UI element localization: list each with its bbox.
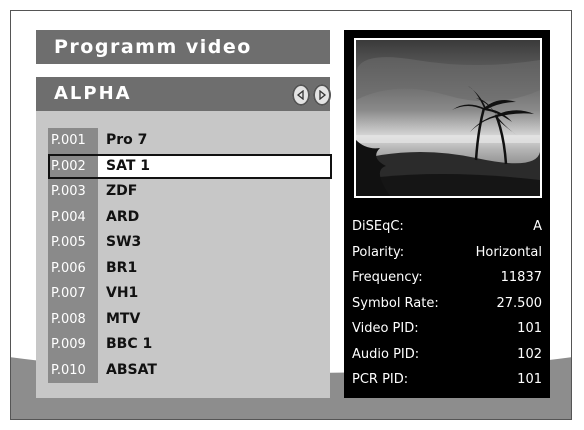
- info-value: 101: [517, 372, 542, 387]
- info-row: DiSEqC: A: [352, 214, 542, 240]
- info-row: Video PID: 101: [352, 316, 542, 342]
- channel-row[interactable]: P.002 SAT 1: [48, 153, 332, 179]
- channel-row[interactable]: P.007 VH1: [48, 281, 338, 307]
- channel-row[interactable]: P.009 BBC 1: [48, 332, 338, 358]
- channel-name: Pro 7: [106, 132, 148, 148]
- info-label: Video PID:: [352, 321, 419, 336]
- channel-number: P.003: [48, 179, 98, 205]
- info-label: Polarity:: [352, 244, 405, 260]
- info-row: Frequency: 11837: [352, 265, 542, 291]
- channel-list: P.001 Pro 7 P.002 SAT 1 P.003 ZDF P.004 ARD P.00…: [48, 128, 338, 383]
- preview-image: [354, 38, 542, 198]
- channel-number: P.005: [48, 230, 98, 256]
- channel-name: ARD: [106, 208, 140, 225]
- channel-row[interactable]: P.006 BR1: [48, 255, 338, 281]
- info-list: DiSEqC: A Polarity: Horizontal Frequency: 118…: [352, 214, 542, 393]
- info-row: Symbol Rate: 27.500: [352, 291, 542, 317]
- beach-sunset-illustration: [356, 40, 540, 196]
- channel-row[interactable]: P.001 Pro 7: [48, 128, 338, 154]
- channel-name: BBC 1: [106, 336, 153, 352]
- header-gap: [36, 64, 330, 77]
- channel-row[interactable]: P.008 MTV: [48, 306, 338, 332]
- channel-number: P.004: [48, 204, 98, 230]
- channel-name: ZDF: [106, 183, 138, 199]
- arrow-right-glyph: [319, 90, 327, 100]
- info-label: PCR PID:: [352, 372, 409, 387]
- info-value: A: [533, 219, 542, 234]
- arrow-left-icon[interactable]: [292, 84, 310, 106]
- arrow-left-glyph: [296, 90, 304, 100]
- group-name: ALPHA: [54, 83, 132, 104]
- channel-row[interactable]: P.004 ARD: [48, 204, 338, 230]
- info-label: Frequency:: [352, 270, 423, 285]
- channel-name: ABSAT: [106, 361, 157, 378]
- info-value: 11837: [500, 270, 542, 285]
- channel-number: P.006: [48, 255, 98, 281]
- channel-number: P.010: [48, 357, 98, 383]
- info-row: Audio PID: 102: [352, 342, 542, 368]
- channel-name: SW3: [106, 234, 142, 250]
- info-label: Symbol Rate:: [352, 295, 439, 311]
- info-value: Horizontal: [475, 244, 542, 260]
- channel-number: P.007: [48, 281, 98, 307]
- info-label: DiSEqC:: [352, 219, 404, 234]
- info-row: Polarity: Horizontal: [352, 240, 542, 266]
- channel-number: P.008: [48, 306, 98, 332]
- channel-name: SAT 1: [106, 157, 150, 174]
- channel-number: P.002: [48, 153, 98, 179]
- info-label: Audio PID:: [352, 346, 420, 362]
- channel-row[interactable]: P.010 ABSAT: [48, 357, 338, 383]
- channel-number: P.009: [48, 332, 98, 358]
- info-row: PCR PID: 101: [352, 367, 542, 393]
- channel-name: VH1: [106, 285, 139, 301]
- info-value: 27.500: [496, 295, 543, 311]
- arrow-right-icon[interactable]: [313, 84, 331, 106]
- group-header: ALPHA: [36, 77, 330, 111]
- info-value: 102: [517, 346, 542, 362]
- page-title: Programm video: [36, 30, 330, 64]
- channel-number: P.001: [48, 128, 98, 154]
- channel-name: MTV: [106, 310, 141, 327]
- info-value: 101: [517, 321, 542, 336]
- channel-row[interactable]: P.003 ZDF: [48, 179, 338, 205]
- channel-row[interactable]: P.005 SW3: [48, 230, 338, 256]
- channel-name: BR1: [106, 259, 138, 276]
